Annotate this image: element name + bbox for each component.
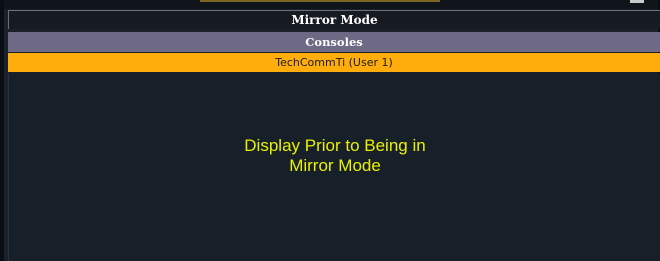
mirror-mode-window: Mirror Mode Consoles TechCommTi (User 1)… bbox=[0, 0, 660, 261]
window-control-icon[interactable] bbox=[630, 0, 644, 3]
caption-line-2: Mirror Mode bbox=[289, 156, 381, 175]
left-border bbox=[0, 0, 4, 261]
top-accent-line bbox=[200, 0, 440, 2]
console-list-item-techcommti[interactable]: TechCommTi (User 1) bbox=[8, 53, 660, 72]
mirror-display-area: Display Prior to Being in Mirror Mode bbox=[8, 73, 660, 261]
consoles-header: Consoles bbox=[8, 32, 660, 52]
display-caption: Display Prior to Being in Mirror Mode bbox=[9, 136, 660, 176]
window-title: Mirror Mode bbox=[8, 10, 660, 29]
caption-line-1: Display Prior to Being in bbox=[244, 136, 426, 155]
